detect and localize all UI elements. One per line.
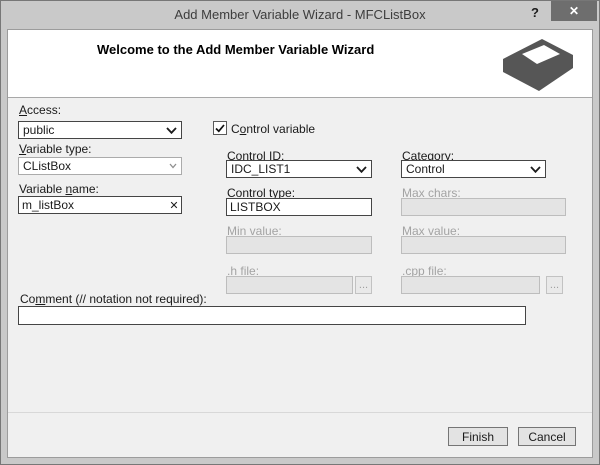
category-select[interactable]: Control [401, 160, 546, 178]
dialog-panel: Welcome to the Add Member Variable Wizar… [7, 29, 593, 458]
cpp-file-browse-button: ... [546, 276, 563, 294]
control-variable-checkbox[interactable] [213, 121, 227, 135]
titlebar[interactable]: Add Member Variable Wizard - MFCListBox … [1, 1, 599, 29]
cancel-button[interactable]: Cancel [518, 427, 576, 446]
h-file-browse-button: ... [355, 276, 372, 294]
wizard-box-icon [503, 39, 573, 91]
close-button[interactable]: ✕ [551, 1, 597, 21]
variable-name-field[interactable]: ✕ [18, 196, 182, 214]
clear-icon[interactable]: ✕ [167, 196, 181, 214]
min-value-input [226, 236, 372, 254]
wizard-banner-title: Welcome to the Add Member Variable Wizar… [97, 42, 375, 57]
chevron-down-icon [530, 165, 541, 173]
variable-type-label: Variable type: [19, 142, 92, 156]
comment-input[interactable] [18, 306, 526, 325]
chevron-down-icon [169, 163, 177, 169]
variable-name-input[interactable] [19, 198, 167, 212]
chevron-down-icon [166, 126, 177, 134]
help-button[interactable]: ? [526, 3, 544, 22]
cpp-file-input [401, 276, 540, 294]
close-icon: ✕ [568, 4, 580, 18]
control-type-input[interactable] [226, 198, 372, 216]
window-title: Add Member Variable Wizard - MFCListBox [174, 7, 426, 22]
chevron-down-icon [356, 165, 367, 173]
variable-name-label: Variable name: [19, 182, 99, 196]
footer-divider [8, 412, 592, 413]
finish-button[interactable]: Finish [448, 427, 508, 446]
h-file-input [226, 276, 353, 294]
variable-type-select[interactable]: CListBox [18, 157, 182, 175]
wizard-dialog: Add Member Variable Wizard - MFCListBox … [0, 0, 600, 465]
control-variable-label[interactable]: Control variable [231, 122, 315, 136]
max-chars-input [401, 198, 566, 216]
wizard-banner: Welcome to the Add Member Variable Wizar… [8, 30, 592, 98]
max-value-input [401, 236, 566, 254]
access-select[interactable]: public [18, 121, 182, 139]
access-label: Access: [19, 103, 62, 117]
check-icon [215, 123, 225, 132]
control-id-select[interactable]: IDC_LIST1 [226, 160, 372, 178]
comment-label: Comment (// notation not required): [20, 292, 207, 306]
